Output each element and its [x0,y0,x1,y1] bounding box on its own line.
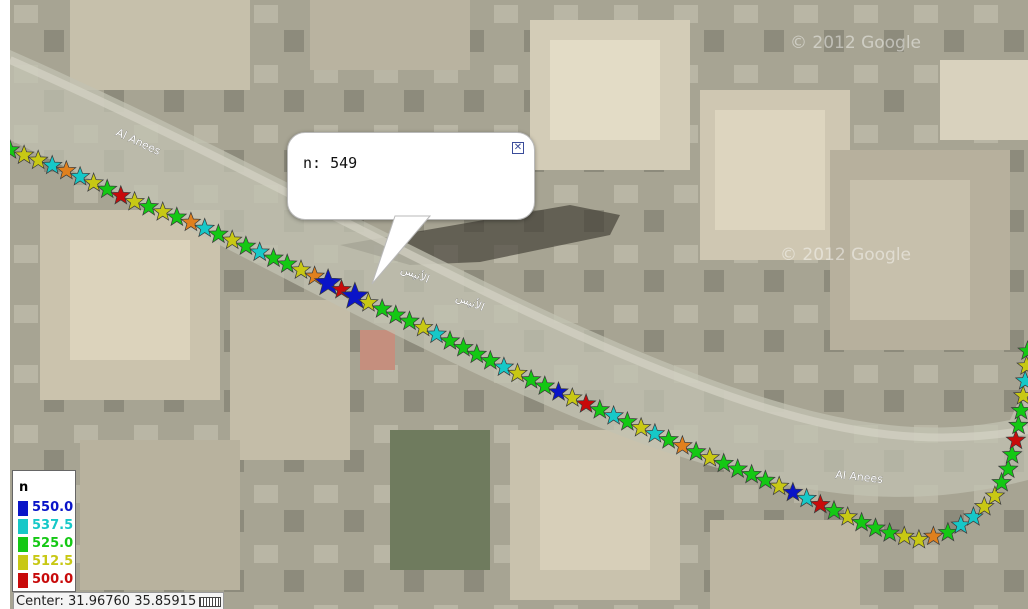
legend-entry: 500.0 [18,572,73,588]
legend-swatch [18,536,28,552]
legend-label: 525.0 [32,536,74,551]
map-watermark: © 2012 Google [790,33,921,53]
legend-label: 512.5 [32,554,74,569]
info-popup: n: 549 ✕ [287,132,535,220]
legend-label: 550.0 [32,500,74,515]
map-watermark: © 2012 Google [780,245,911,265]
legend-swatch [18,572,28,588]
scale-icon[interactable] [199,596,222,607]
satellite-imagery [10,0,1028,609]
legend-entry: 537.5 [18,518,73,534]
satellite-map[interactable]: © 2012 Google © 2012 Google Al Anees الأ… [10,0,1028,609]
legend-swatch [18,554,28,570]
legend-entry: 550.0 [18,500,73,516]
map-legend: n 550.0 537.5 525.0 512.5 500.0 [12,470,76,592]
legend-entry: 512.5 [18,554,73,570]
legend-title: n [19,480,29,495]
close-icon[interactable]: ✕ [512,142,524,154]
legend-label: 537.5 [32,518,74,533]
legend-label: 500.0 [32,572,74,587]
map-status-bar: Center: 31.96760 35.85915 [13,592,225,609]
popup-value-text: n: 549 [303,154,358,172]
legend-entry: 525.0 [18,536,73,552]
map-canvas[interactable]: © 2012 Google © 2012 Google Al Anees الأ… [10,0,1028,609]
center-coordinates: Center: 31.96760 35.85915 [16,594,197,609]
legend-swatch [18,518,28,534]
legend-swatch [18,500,28,516]
